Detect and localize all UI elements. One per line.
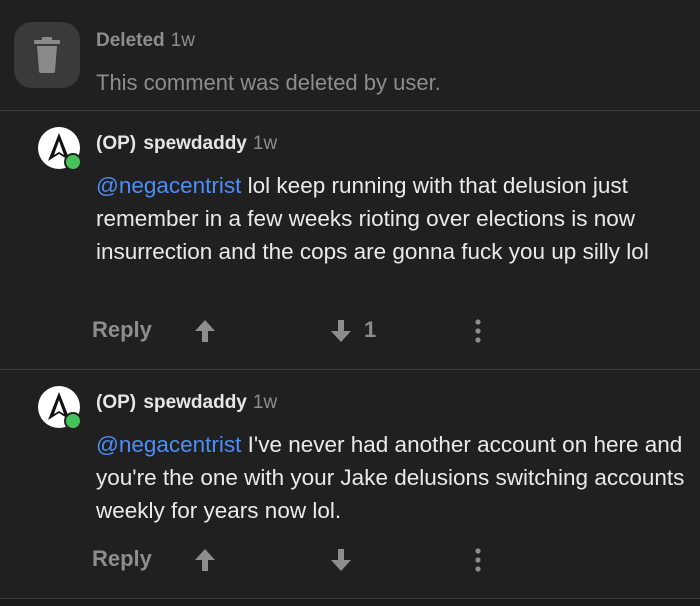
username[interactable]: spewdaddy (143, 133, 246, 154)
deleted-timestamp: 1w (170, 30, 195, 51)
reply-button[interactable]: Reply (92, 317, 152, 343)
upvote-button[interactable] (194, 319, 216, 348)
comment-body: @negacentrist lol keep running with that… (96, 169, 686, 268)
comment-author: (OP) spewdaddy 1w (96, 392, 277, 414)
downvote-arrow-icon (331, 549, 351, 571)
timestamp: 1w (252, 392, 278, 413)
upvote-arrow-icon (195, 549, 215, 571)
mention-link[interactable]: @negacentrist (96, 432, 241, 457)
comment-thread: Deleted 1w This comment was deleted by us… (0, 0, 700, 606)
downvote-arrow-icon (331, 320, 351, 342)
upvote-button[interactable] (194, 548, 216, 577)
vote-count: 1 (364, 317, 377, 342)
comment: (OP) spewdaddy 1w @negacentrist I've neve… (0, 370, 700, 599)
online-status-dot (64, 153, 82, 171)
op-tag: (OP) (96, 392, 137, 413)
op-tag: (OP) (96, 133, 137, 154)
avatar[interactable] (38, 386, 82, 430)
thread-bottom-divider (0, 599, 700, 606)
timestamp: 1w (252, 133, 278, 154)
more-vertical-icon (475, 548, 481, 572)
downvote-button[interactable] (330, 548, 352, 577)
more-vertical-icon (475, 319, 481, 343)
reply-button[interactable]: Reply (92, 546, 152, 572)
deleted-meta: Deleted 1w (96, 30, 195, 52)
comment: (OP) spewdaddy 1w @negacentrist lol keep … (0, 111, 700, 370)
deleted-comment: Deleted 1w This comment was deleted by us… (0, 0, 700, 111)
avatar[interactable] (38, 127, 82, 171)
comment-actions: Reply (0, 540, 700, 580)
online-status-dot (64, 412, 82, 430)
more-options-button[interactable] (474, 548, 482, 577)
more-options-button[interactable] (474, 319, 482, 348)
deleted-avatar (14, 22, 80, 88)
deleted-author: Deleted (96, 30, 165, 51)
comment-author: (OP) spewdaddy 1w (96, 133, 277, 155)
deleted-message: This comment was deleted by user. (96, 70, 441, 95)
downvote-button[interactable] (330, 319, 352, 348)
comment-body: @negacentrist I've never had another acc… (96, 428, 686, 527)
username[interactable]: spewdaddy (143, 392, 246, 413)
mention-link[interactable]: @negacentrist (96, 173, 241, 198)
trash-icon (34, 37, 60, 73)
upvote-arrow-icon (195, 320, 215, 342)
comment-actions: Reply 1 (0, 311, 700, 351)
